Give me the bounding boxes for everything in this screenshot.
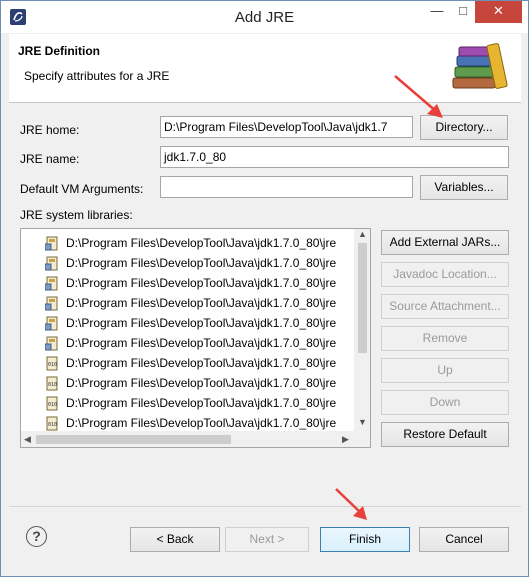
javadoc-location-button[interactable]: Javadoc Location... [381,262,509,287]
vertical-scrollbar[interactable]: ▲ ▼ [354,229,370,431]
library-path: D:\Program Files\DevelopTool\Java\jdk1.7… [66,396,337,410]
scroll-right-arrow-icon[interactable]: ▶ [342,434,349,445]
vm-args-label: Default VM Arguments: [20,182,144,196]
vm-args-field[interactable] [160,176,413,198]
jar-icon [45,236,58,251]
help-icon[interactable]: ? [26,526,47,547]
jre-home-field[interactable]: D:\Program Files\DevelopTool\Java\jdk1.7 [160,116,413,138]
scrollbar-corner [354,431,370,447]
jar-icon [45,276,58,291]
window-title: Add JRE [234,9,295,26]
library-row[interactable]: D:\Program Files\DevelopTool\Java\jdk1.7… [21,333,354,353]
jre-name-field[interactable]: jdk1.7.0_80 [160,146,509,168]
jre-name-label: JRE name: [20,152,80,166]
svg-text:010: 010 [48,402,57,408]
remove-button[interactable]: Remove [381,326,509,351]
footer-separator [9,506,521,507]
finish-button[interactable]: Finish [320,527,410,552]
next-button[interactable]: Next > [225,527,309,552]
up-button[interactable]: Up [381,358,509,383]
variables-button[interactable]: Variables... [420,175,508,200]
jre-home-label: JRE home: [20,123,80,137]
library-row[interactable]: 010 D:\Program Files\DevelopTool\Java\jdk… [21,373,354,393]
libraries-label: JRE system libraries: [20,208,133,222]
library-row[interactable]: 010 D:\Program Files\DevelopTool\Java\jdk… [21,413,354,433]
scroll-left-arrow-icon[interactable]: ◀ [24,434,31,445]
cancel-button[interactable]: Cancel [419,527,509,552]
library-books-icon [452,43,508,89]
svg-text:010: 010 [48,382,57,388]
svg-text:010: 010 [48,362,57,368]
library-path: D:\Program Files\DevelopTool\Java\jdk1.7… [66,336,337,350]
page-title: JRE Definition [18,44,101,58]
library-path: D:\Program Files\DevelopTool\Java\jdk1.7… [66,296,337,310]
library-path: D:\Program Files\DevelopTool\Java\jdk1.7… [66,316,337,330]
restore-default-button[interactable]: Restore Default [381,422,509,447]
library-row[interactable]: 010 D:\Program Files\DevelopTool\Java\jdk… [21,353,354,373]
binary-jar-icon: 010 [46,356,58,371]
jar-icon [45,316,58,331]
binary-jar-icon: 010 [46,416,58,431]
library-row[interactable]: D:\Program Files\DevelopTool\Java\jdk1.7… [21,273,354,293]
library-row[interactable]: 010 D:\Program Files\DevelopTool\Java\jdk… [21,393,354,413]
source-attachment-button[interactable]: Source Attachment... [381,294,509,319]
library-path: D:\Program Files\DevelopTool\Java\jdk1.7… [66,356,337,370]
scroll-up-arrow-icon[interactable]: ▲ [358,229,367,239]
add-external-jars-button[interactable]: Add External JARs... [381,230,509,255]
library-path: D:\Program Files\DevelopTool\Java\jdk1.7… [66,256,337,270]
jar-icon [45,256,58,271]
vertical-scroll-thumb[interactable] [358,243,367,353]
svg-text:010: 010 [48,422,57,428]
minimize-button[interactable]: — [427,1,447,23]
library-path: D:\Program Files\DevelopTool\Java\jdk1.7… [66,276,337,290]
library-list[interactable]: 010 D:\Program Files\DevelopTool\Java\jdk… [20,228,371,448]
binary-jar-icon: 010 [46,376,58,391]
maximize-button[interactable]: □ [453,1,473,23]
library-path: D:\Program Files\DevelopTool\Java\jdk1.7… [66,236,337,250]
down-button[interactable]: Down [381,390,509,415]
library-path: D:\Program Files\DevelopTool\Java\jdk1.7… [66,376,337,390]
library-row[interactable]: D:\Program Files\DevelopTool\Java\jdk1.7… [21,233,354,253]
annotation-arrow-icon [394,75,443,118]
library-row[interactable]: D:\Program Files\DevelopTool\Java\jdk1.7… [21,253,354,273]
back-button[interactable]: < Back [130,527,220,552]
scroll-down-arrow-icon[interactable]: ▼ [358,417,367,427]
horizontal-scroll-thumb[interactable] [36,435,231,444]
form-area: JRE home: D:\Program Files\DevelopTool\J… [9,75,521,506]
add-jre-dialog: Add JRE — □ ✕ JRE Definition Specify att… [0,0,529,577]
library-row[interactable]: D:\Program Files\DevelopTool\Java\jdk1.7… [21,293,354,313]
jar-icon [45,336,58,351]
binary-jar-icon: 010 [46,396,58,411]
title-bar[interactable]: Add JRE — □ ✕ [1,1,528,33]
library-row[interactable]: D:\Program Files\DevelopTool\Java\jdk1.7… [21,313,354,333]
page-description: Specify attributes for a JRE [24,69,170,83]
jar-icon [45,296,58,311]
horizontal-scrollbar[interactable]: ◀ ▶ [21,431,354,447]
library-path: D:\Program Files\DevelopTool\Java\jdk1.7… [66,416,337,430]
annotation-arrow-icon [335,488,367,520]
close-button[interactable]: ✕ [475,1,522,23]
